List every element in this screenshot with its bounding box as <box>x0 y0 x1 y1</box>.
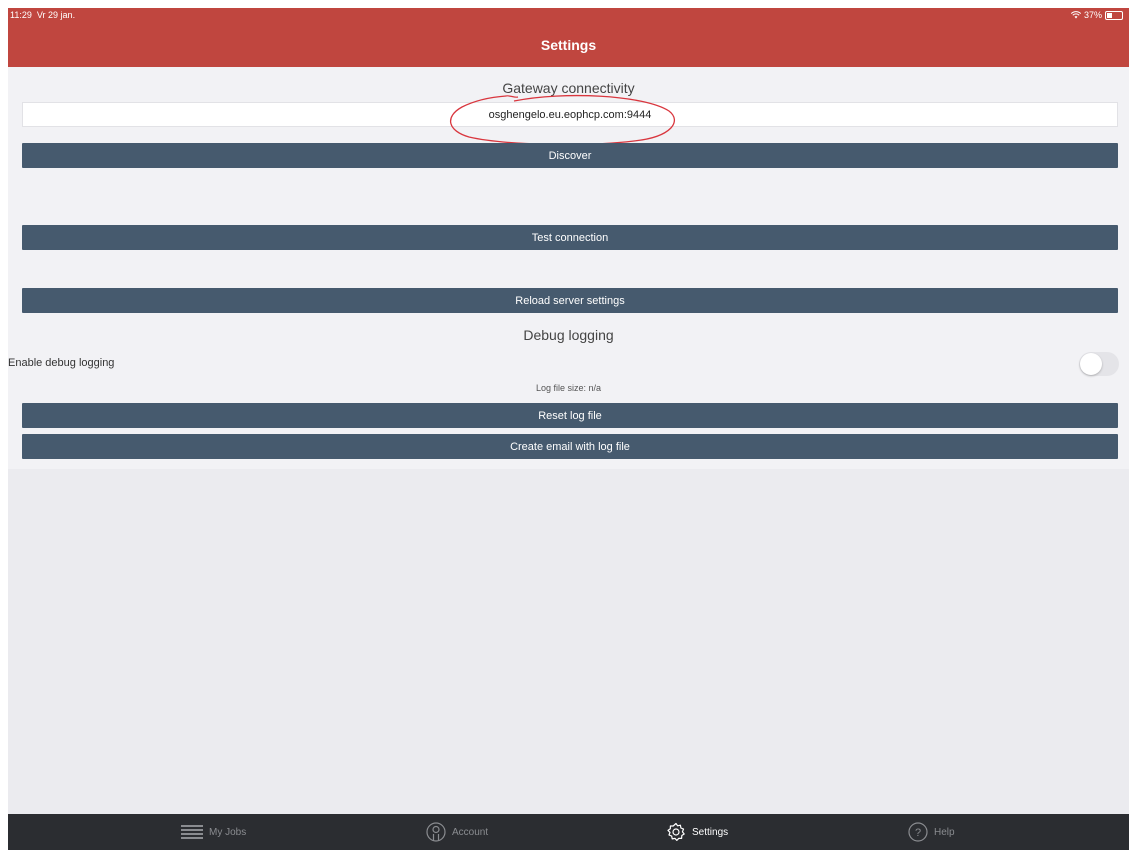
tab-bar: My Jobs Account Settings ? Help <box>8 814 1129 850</box>
battery-icon <box>1105 10 1123 20</box>
tab-label: My Jobs <box>209 826 247 838</box>
settings-panel: Gateway connectivity Discover Test conne… <box>8 67 1129 469</box>
tab-account[interactable]: Account <box>426 814 488 850</box>
toggle-knob <box>1080 353 1102 375</box>
reset-log-file-button[interactable]: Reset log file <box>22 403 1118 428</box>
tab-help[interactable]: ? Help <box>908 814 955 850</box>
status-date: Vr 29 jan. <box>36 10 76 20</box>
test-connection-button[interactable]: Test connection <box>22 225 1118 250</box>
tab-settings[interactable]: Settings <box>666 814 728 850</box>
tab-label: Help <box>934 826 955 838</box>
help-icon: ? <box>908 822 928 842</box>
battery-percent: 37% <box>1083 10 1102 20</box>
discover-button[interactable]: Discover <box>22 143 1118 168</box>
page-title: Settings <box>540 37 597 53</box>
gateway-section-title: Gateway connectivity <box>502 80 635 96</box>
status-time: 11:29 <box>10 10 32 20</box>
reload-server-settings-button[interactable]: Reload server settings <box>22 288 1118 313</box>
gear-icon <box>667 822 685 841</box>
tab-label: Account <box>452 826 489 838</box>
list-icon <box>181 825 203 839</box>
account-icon <box>426 822 446 842</box>
tab-label: Settings <box>692 826 729 838</box>
status-bar-right: 37% <box>1070 10 1123 20</box>
debug-section-title: Debug logging <box>523 327 614 343</box>
create-email-with-log-button[interactable]: Create email with log file <box>22 434 1118 459</box>
status-bar-time: 11:29 Vr 29 jan. <box>10 10 75 20</box>
svg-text:?: ? <box>915 827 921 839</box>
settings-screen: 11:29 Vr 29 jan. 37% Settings Gateway co… <box>8 8 1129 850</box>
wifi-icon <box>1070 11 1081 19</box>
debug-logging-toggle[interactable] <box>1079 352 1119 376</box>
tab-my-jobs[interactable]: My Jobs <box>181 814 246 850</box>
enable-debug-label: Enable debug logging <box>8 357 115 369</box>
log-file-size: Log file size: n/a <box>535 383 602 393</box>
gateway-address-input[interactable] <box>22 102 1118 127</box>
app-header: 11:29 Vr 29 jan. 37% Settings <box>8 8 1129 67</box>
